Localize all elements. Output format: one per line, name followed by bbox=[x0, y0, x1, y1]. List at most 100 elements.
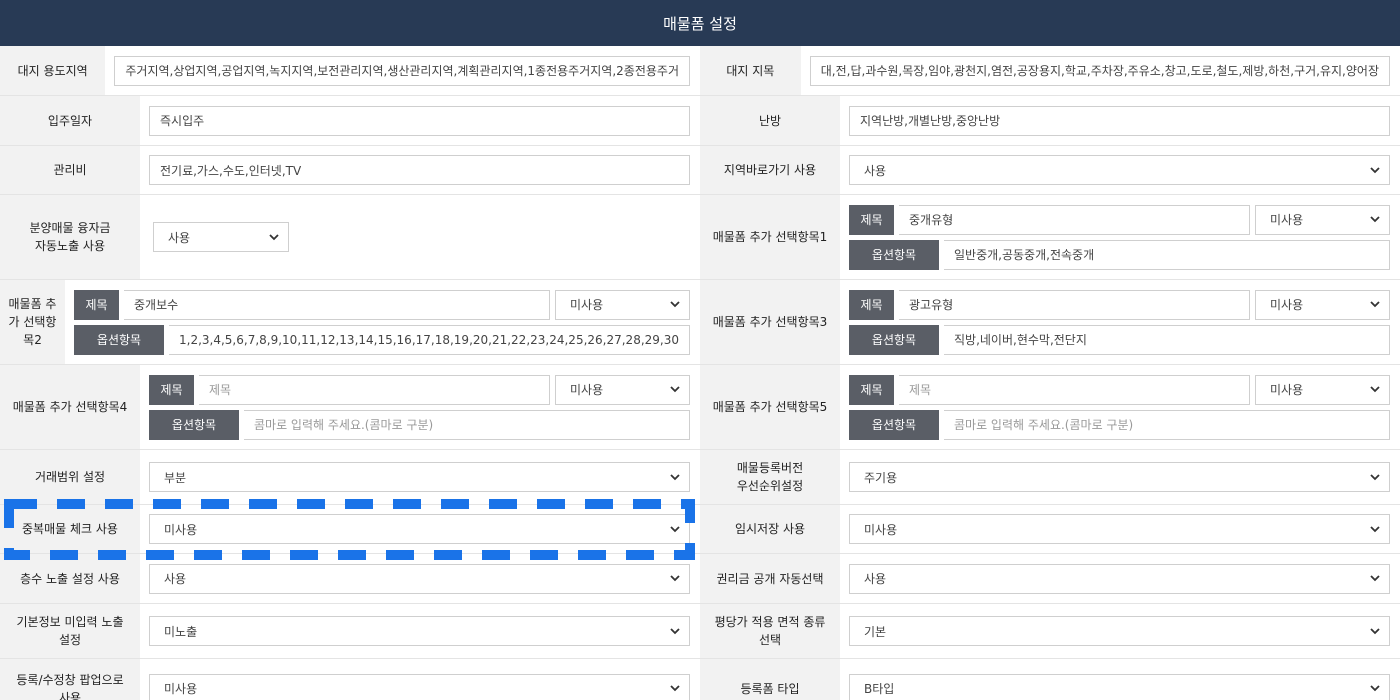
field-label: 매물등록버전 우선순위설정 bbox=[700, 450, 840, 504]
setting-duplicate-check: 중복매물 체크 사용 미사용 bbox=[0, 505, 700, 553]
select-value: 미사용 bbox=[164, 682, 198, 696]
select-value: 미사용 bbox=[1270, 298, 1304, 312]
setting-form-type: 등록폼 타입 B타입 bbox=[700, 659, 1400, 700]
extra-field-2-use-select[interactable]: 미사용 bbox=[555, 289, 690, 320]
chevron-down-icon bbox=[669, 384, 681, 396]
option-tag: 옵션항목 bbox=[849, 409, 939, 440]
select-value: 미노출 bbox=[164, 624, 198, 639]
setting-land-use-zone: 대지 용도지역 주거지역,상업지역,공업지역,녹지지역,보전관리지역,생산관리지… bbox=[0, 46, 700, 95]
settings-row: 대지 용도지역 주거지역,상업지역,공업지역,녹지지역,보전관리지역,생산관리지… bbox=[0, 46, 1400, 96]
title-tag: 제목 bbox=[849, 204, 894, 235]
region-shortcut-select[interactable]: 사용 bbox=[849, 155, 1390, 185]
field-label: 지역바로가기 사용 bbox=[700, 146, 840, 194]
chevron-down-icon bbox=[1369, 214, 1381, 226]
field-label: 난방 bbox=[700, 96, 840, 145]
field-label: 평당가 적용 면적 종류 선택 bbox=[700, 604, 840, 658]
select-value: B타입 bbox=[864, 682, 895, 696]
popup-mode-select[interactable]: 미사용 bbox=[149, 673, 690, 700]
field-label: 등록/수정창 팝업으로 사용 bbox=[0, 659, 140, 700]
setting-premium-auto-select: 권리금 공개 자동선택 사용 bbox=[700, 554, 1400, 603]
select-value: 미사용 bbox=[164, 522, 198, 537]
extra-field-4-title-input[interactable]: 제목 bbox=[199, 374, 550, 405]
title-tag: 제목 bbox=[149, 374, 194, 405]
settings-row: 층수 노출 설정 사용 사용 권리금 공개 자동선택 사용 bbox=[0, 554, 1400, 604]
extra-field-4-options-input[interactable]: 콤마로 입력해 주세요.(콤마로 구분) bbox=[244, 409, 690, 440]
chevron-down-icon bbox=[1369, 573, 1381, 585]
setting-basic-info-display: 기본정보 미입력 노출 설정 미노출 bbox=[0, 604, 700, 658]
settings-row: 기본정보 미입력 노출 설정 미노출 평당가 적용 면적 종류 선택 기본 bbox=[0, 604, 1400, 659]
land-use-zone-input[interactable]: 주거지역,상업지역,공업지역,녹지지역,보전관리지역,생산관리지역,계획관리지역… bbox=[114, 55, 690, 86]
presale-loan-select[interactable]: 사용 bbox=[153, 222, 289, 252]
title-tag: 제목 bbox=[849, 374, 894, 405]
maintenance-fee-input[interactable]: 전기료,가스,수도,인터넷,TV bbox=[149, 155, 690, 185]
extra-field-3-use-select[interactable]: 미사용 bbox=[1255, 289, 1390, 320]
extra-field-4-use-select[interactable]: 미사용 bbox=[555, 374, 690, 405]
trade-range-select[interactable]: 부분 bbox=[149, 462, 690, 492]
premium-auto-select[interactable]: 사용 bbox=[849, 563, 1390, 594]
field-label: 대지 지목 bbox=[700, 46, 801, 95]
floor-display-select[interactable]: 사용 bbox=[149, 563, 690, 594]
settings-grid: 대지 용도지역 주거지역,상업지역,공업지역,녹지지역,보전관리지역,생산관리지… bbox=[0, 46, 1400, 700]
chevron-down-icon bbox=[669, 625, 681, 637]
setting-popup-mode: 등록/수정창 팝업으로 사용 미사용 bbox=[0, 659, 700, 700]
select-value: 미사용 bbox=[864, 522, 898, 537]
field-label: 분양매물 융자금 자동노출 사용 bbox=[0, 195, 140, 279]
extra-field-2-options-input[interactable]: 1,2,3,4,5,6,7,8,9,10,11,12,13,14,15,16,1… bbox=[169, 324, 690, 355]
extra-field-5-options-input[interactable]: 콤마로 입력해 주세요.(콤마로 구분) bbox=[944, 409, 1390, 440]
duplicate-check-select[interactable]: 미사용 bbox=[149, 514, 690, 544]
extra-field-5-title-input[interactable]: 제목 bbox=[899, 374, 1250, 405]
field-label: 매물폼 추가 선택항목4 bbox=[0, 365, 140, 449]
temp-save-select[interactable]: 미사용 bbox=[849, 514, 1390, 544]
land-category-input[interactable]: 대,전,답,과수원,목장,임야,광천지,염전,공장용지,학교,주차장,주유소,창… bbox=[809, 55, 1390, 86]
select-value: 미사용 bbox=[1270, 213, 1304, 227]
settings-row: 관리비 전기료,가스,수도,인터넷,TV 지역바로가기 사용 사용 bbox=[0, 146, 1400, 195]
setting-land-category: 대지 지목 대,전,답,과수원,목장,임야,광천지,염전,공장용지,학교,주차장… bbox=[700, 46, 1400, 95]
chevron-down-icon bbox=[669, 471, 681, 483]
field-label: 중복매물 체크 사용 bbox=[0, 505, 140, 553]
chevron-down-icon bbox=[669, 299, 681, 311]
select-value: 부분 bbox=[164, 470, 187, 485]
setting-extra-field-4: 매물폼 추가 선택항목4 제목 제목 미사용 옵션항목 콤마로 입력해 주세요.… bbox=[0, 365, 700, 449]
extra-field-3-title-input[interactable]: 광고유형 bbox=[899, 289, 1250, 320]
extra-field-2-title-input[interactable]: 중개보수 bbox=[124, 289, 550, 320]
field-label: 매물폼 추가 선택항목1 bbox=[700, 195, 840, 279]
field-label: 대지 용도지역 bbox=[0, 46, 106, 95]
chevron-down-icon bbox=[1369, 523, 1381, 535]
page-title: 매물폼 설정 bbox=[663, 14, 737, 33]
area-type-select[interactable]: 기본 bbox=[849, 616, 1390, 646]
heating-input[interactable]: 지역난방,개별난방,중앙난방 bbox=[849, 105, 1390, 136]
field-label: 거래범위 설정 bbox=[0, 450, 140, 504]
field-label: 권리금 공개 자동선택 bbox=[700, 554, 840, 603]
form-type-select[interactable]: B타입 bbox=[849, 673, 1390, 700]
setting-presale-loan: 분양매물 융자금 자동노출 사용 사용 bbox=[0, 195, 700, 279]
chevron-down-icon bbox=[669, 683, 681, 695]
extra-field-5-use-select[interactable]: 미사용 bbox=[1255, 374, 1390, 405]
select-value: 사용 bbox=[164, 572, 187, 586]
setting-extra-field-5: 매물폼 추가 선택항목5 제목 제목 미사용 옵션항목 콤마로 입력해 주세요.… bbox=[700, 365, 1400, 449]
setting-registration-version: 매물등록버전 우선순위설정 주기용 bbox=[700, 450, 1400, 504]
option-tag: 옵션항목 bbox=[74, 324, 164, 355]
option-tag: 옵션항목 bbox=[849, 239, 939, 270]
setting-temp-save: 임시저장 사용 미사용 bbox=[700, 505, 1400, 553]
setting-extra-field-1: 매물폼 추가 선택항목1 제목 중개유형 미사용 옵션항목 일반중개,공동중개,… bbox=[700, 195, 1400, 279]
field-label: 기본정보 미입력 노출 설정 bbox=[0, 604, 140, 658]
page-header: 매물폼 설정 bbox=[0, 0, 1400, 46]
move-in-date-input[interactable]: 즉시입주 bbox=[149, 105, 690, 136]
basic-info-display-select[interactable]: 미노출 bbox=[149, 616, 690, 646]
settings-row: 등록/수정창 팝업으로 사용 미사용 등록폼 타입 B타입 bbox=[0, 659, 1400, 700]
settings-row: 매물폼 추가 선택항목4 제목 제목 미사용 옵션항목 콤마로 입력해 주세요.… bbox=[0, 365, 1400, 450]
field-label: 층수 노출 설정 사용 bbox=[0, 554, 140, 603]
chevron-down-icon bbox=[669, 573, 681, 585]
registration-version-select[interactable]: 주기용 bbox=[849, 462, 1390, 492]
extra-field-1-options-input[interactable]: 일반중개,공동중개,전속중개 bbox=[944, 239, 1390, 270]
field-label: 매물폼 추가 선택항목5 bbox=[700, 365, 840, 449]
field-label: 등록폼 타입 bbox=[700, 659, 840, 700]
select-value: 사용 bbox=[864, 572, 887, 586]
extra-field-1-title-input[interactable]: 중개유형 bbox=[899, 204, 1250, 235]
setting-trade-range: 거래범위 설정 부분 bbox=[0, 450, 700, 504]
field-label: 입주일자 bbox=[0, 96, 140, 145]
extra-field-3-options-input[interactable]: 직방,네이버,현수막,전단지 bbox=[944, 324, 1390, 355]
settings-row: 매물폼 추가 선택항목2 제목 중개보수 미사용 옵션항목 1,2,3,4,5,… bbox=[0, 280, 1400, 365]
extra-field-1-use-select[interactable]: 미사용 bbox=[1255, 204, 1390, 235]
field-label: 매물폼 추가 선택항목2 bbox=[0, 280, 65, 364]
